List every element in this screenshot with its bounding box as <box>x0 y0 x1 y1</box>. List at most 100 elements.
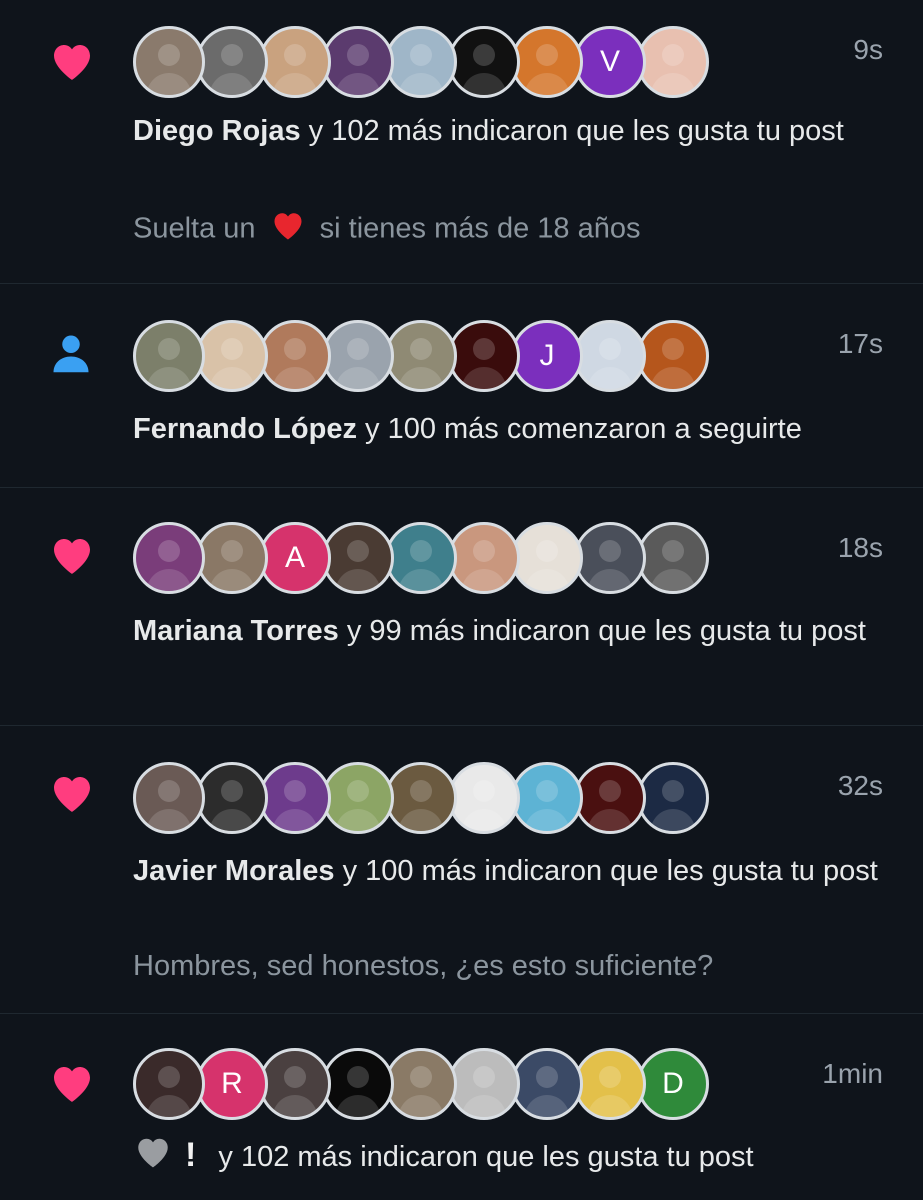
avatar-photo <box>335 1066 381 1117</box>
avatar[interactable] <box>385 522 457 594</box>
avatar-photo <box>461 540 507 591</box>
avatar[interactable] <box>196 522 268 594</box>
person-icon <box>50 332 98 380</box>
avatar-stack[interactable]: A <box>133 522 709 594</box>
user-name[interactable]: Mariana Torres <box>133 615 339 647</box>
avatar-photo <box>461 44 507 95</box>
avatar-photo <box>146 338 192 389</box>
avatar-photo <box>524 780 570 831</box>
avatar-initial: V <box>599 45 620 78</box>
avatar-photo <box>398 540 444 591</box>
avatar-photo <box>650 44 696 95</box>
avatar[interactable] <box>133 762 205 834</box>
avatar[interactable] <box>133 1048 205 1120</box>
avatar-photo <box>335 338 381 389</box>
avatar[interactable] <box>196 26 268 98</box>
heart-icon <box>48 38 96 86</box>
avatar-initial: R <box>221 1067 243 1100</box>
notification-item[interactable]: 32s Javier Morales y 100 más indicaron q… <box>0 726 923 1014</box>
avatar[interactable] <box>322 1048 394 1120</box>
avatar[interactable] <box>385 320 457 392</box>
avatar[interactable] <box>637 762 709 834</box>
avatar[interactable] <box>448 320 520 392</box>
avatar-photo <box>398 338 444 389</box>
avatar[interactable] <box>322 762 394 834</box>
avatar-initial: J <box>539 339 555 372</box>
avatar-photo <box>209 540 255 591</box>
notification-item[interactable]: J 17s Fernando López y 100 más comenzaro… <box>0 284 923 488</box>
user-name[interactable]: Javier Morales <box>133 855 335 887</box>
avatar-photo <box>209 780 255 831</box>
avatar-photo <box>461 780 507 831</box>
timestamp: 17s <box>837 328 883 359</box>
avatar[interactable] <box>511 1048 583 1120</box>
avatar[interactable]: D <box>637 1048 709 1120</box>
avatar[interactable] <box>259 26 331 98</box>
avatar[interactable] <box>448 26 520 98</box>
notification-item[interactable]: A 18s Mariana Torres y 99 más indicaron … <box>0 488 923 726</box>
avatar-stack[interactable]: RD <box>133 1048 709 1120</box>
user-name[interactable]: Fernando López <box>133 413 357 445</box>
avatar[interactable] <box>574 1048 646 1120</box>
heart-icon <box>48 1060 96 1108</box>
avatar[interactable]: A <box>259 522 331 594</box>
avatar-photo <box>272 338 318 389</box>
avatar-photo <box>398 44 444 95</box>
avatar-photo <box>587 540 633 591</box>
avatar-stack[interactable]: J <box>133 320 709 392</box>
avatar[interactable] <box>637 26 709 98</box>
user-name[interactable]: Diego Rojas <box>133 115 301 147</box>
notification-text: Fernando López y 100 más comenzaron a se… <box>133 413 802 445</box>
avatar[interactable] <box>448 762 520 834</box>
notification-text: Diego Rojas y 102 más indicaron que les … <box>133 115 844 147</box>
avatar[interactable] <box>133 26 205 98</box>
avatar-photo <box>146 780 192 831</box>
avatar[interactable] <box>322 320 394 392</box>
avatar-photo <box>272 44 318 95</box>
avatar[interactable] <box>196 762 268 834</box>
avatar[interactable] <box>385 1048 457 1120</box>
avatar[interactable] <box>322 522 394 594</box>
avatar-photo <box>335 780 381 831</box>
post-snippet[interactable]: Hombres, sed honestos, ¿es esto suficien… <box>133 946 893 986</box>
avatar-photo <box>587 338 633 389</box>
avatar[interactable] <box>637 522 709 594</box>
avatar[interactable] <box>574 762 646 834</box>
avatar[interactable] <box>385 762 457 834</box>
avatar-photo <box>461 338 507 389</box>
avatar[interactable] <box>385 26 457 98</box>
avatar[interactable] <box>574 320 646 392</box>
exclamation-emoji-icon: ! <box>185 1136 197 1174</box>
avatar[interactable]: R <box>196 1048 268 1120</box>
notification-item[interactable]: RD 1min ! y 102 más indicaron que les gu… <box>0 1014 923 1200</box>
avatar[interactable] <box>259 320 331 392</box>
avatar[interactable] <box>637 320 709 392</box>
timestamp: 1min <box>822 1058 883 1089</box>
avatar-stack[interactable] <box>133 762 709 834</box>
avatar[interactable] <box>133 522 205 594</box>
avatar[interactable] <box>133 320 205 392</box>
avatar-initial: D <box>662 1067 684 1100</box>
avatar[interactable] <box>259 762 331 834</box>
avatar-photo <box>650 540 696 591</box>
avatar[interactable] <box>574 522 646 594</box>
avatar[interactable] <box>322 26 394 98</box>
avatar-stack[interactable]: V <box>133 26 709 98</box>
avatar[interactable]: J <box>511 320 583 392</box>
red-heart-emoji-icon <box>270 208 306 252</box>
avatar[interactable] <box>511 522 583 594</box>
avatar[interactable]: V <box>574 26 646 98</box>
post-snippet[interactable]: Suelta un si tienes más de 18 años <box>133 208 893 252</box>
notification-item[interactable]: V 9s Diego Rojas y 102 más indicaron que… <box>0 0 923 284</box>
avatar[interactable] <box>448 1048 520 1120</box>
avatar[interactable] <box>196 320 268 392</box>
avatar[interactable] <box>511 26 583 98</box>
avatar[interactable] <box>511 762 583 834</box>
avatar[interactable] <box>259 1048 331 1120</box>
avatar-photo <box>335 540 381 591</box>
avatar-photo <box>398 1066 444 1117</box>
avatar-photo <box>146 1066 192 1117</box>
timestamp: 18s <box>837 532 883 563</box>
timestamp: 32s <box>837 770 883 801</box>
avatar[interactable] <box>448 522 520 594</box>
